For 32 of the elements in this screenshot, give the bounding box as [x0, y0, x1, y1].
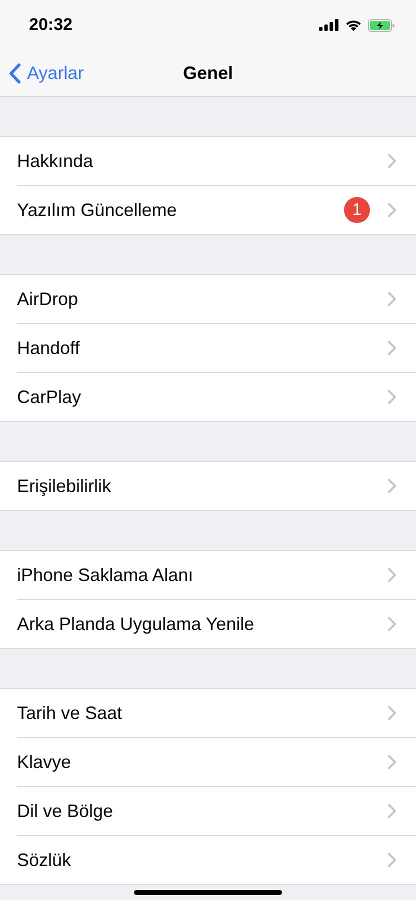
settings-row[interactable]: Tarih ve Saat — [17, 689, 416, 738]
signal-icon — [319, 19, 339, 31]
chevron-left-icon — [9, 62, 21, 84]
settings-row[interactable]: iPhone Saklama Alanı — [17, 551, 416, 600]
battery-charging-icon — [368, 18, 395, 32]
settings-row[interactable]: Dil ve Bölge — [17, 787, 416, 836]
chevron-icon — [388, 203, 396, 217]
chevron-icon — [388, 853, 396, 867]
settings-row[interactable]: Arka Planda Uygulama Yenile — [17, 600, 416, 648]
chevron-icon — [388, 755, 396, 769]
chevron-icon — [388, 154, 396, 168]
settings-row[interactable]: Hakkında — [17, 137, 416, 186]
settings-row[interactable]: Handoff — [17, 324, 416, 373]
settings-row[interactable]: Klavye — [17, 738, 416, 787]
chevron-icon — [388, 390, 396, 404]
status-time: 20:32 — [29, 15, 72, 35]
back-button[interactable]: Ayarlar — [0, 62, 84, 84]
settings-row[interactable]: Yazılım Güncelleme 1 — [17, 186, 416, 234]
chevron-icon — [388, 479, 396, 493]
settings-row[interactable]: AirDrop — [17, 275, 416, 324]
chevron-icon — [388, 568, 396, 582]
chevron-icon — [388, 292, 396, 306]
page-title: Genel — [182, 62, 234, 84]
wifi-icon — [345, 19, 362, 31]
notification-badge: 1 — [344, 197, 370, 223]
home-indicator[interactable] — [134, 890, 282, 895]
chevron-icon — [388, 706, 396, 720]
chevron-icon — [388, 804, 396, 818]
settings-row[interactable]: CarPlay — [17, 373, 416, 421]
chevron-icon — [388, 341, 396, 355]
chevron-icon — [388, 617, 396, 631]
settings-row[interactable]: Sözlük — [17, 836, 416, 884]
